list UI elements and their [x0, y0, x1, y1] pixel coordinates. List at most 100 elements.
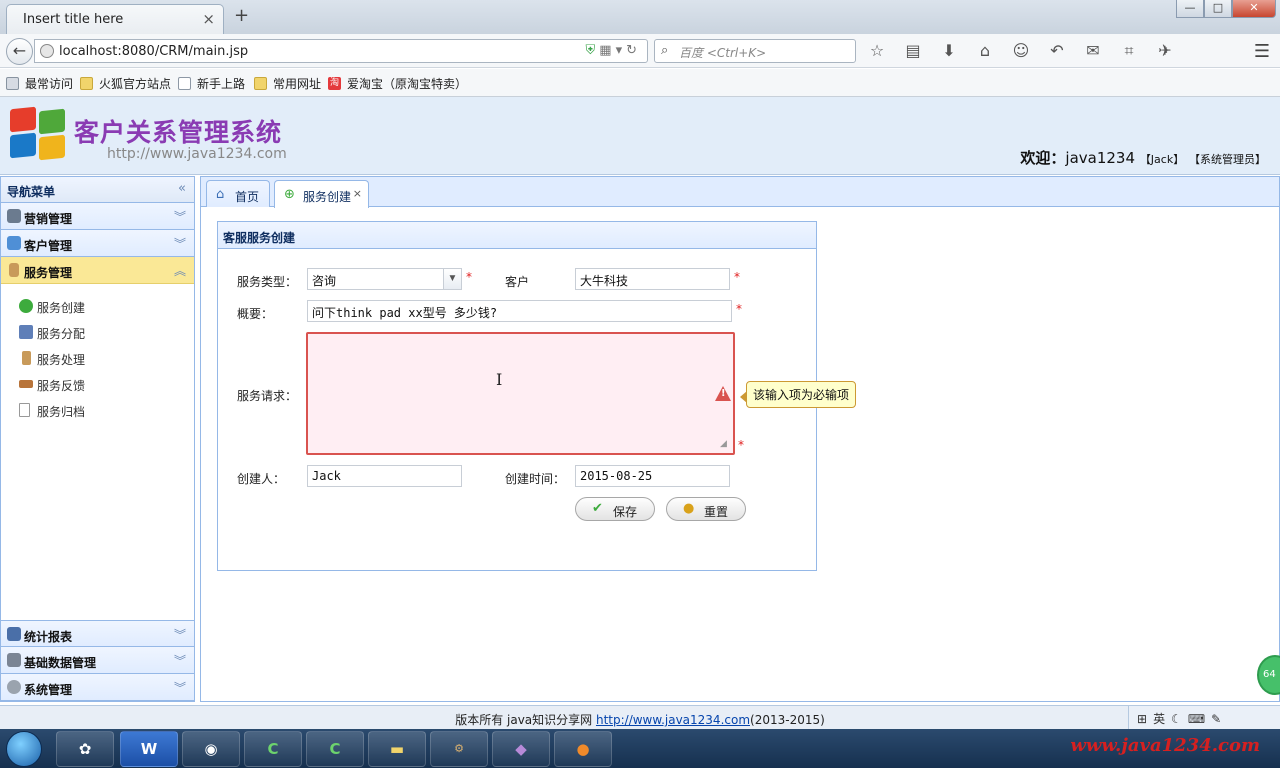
creator-input[interactable]: Jack [307, 465, 462, 487]
service-request-textarea[interactable] [306, 332, 735, 455]
extension-icon[interactable]: ✈ [1154, 41, 1176, 61]
browser-tab[interactable]: Insert title here × [6, 4, 224, 34]
qr-icon[interactable]: ▦ [599, 43, 615, 58]
chevron-down-icon[interactable]: ▼ [443, 269, 461, 289]
request-label: 服务请求： [237, 389, 298, 403]
bookmark-item[interactable]: 火狐官方站点 [80, 75, 171, 92]
expand-icon[interactable]: ︾ [174, 679, 186, 696]
add-circle-icon: ⊕ [284, 187, 295, 202]
nav-item-service-process[interactable]: 服务处理 [1, 345, 194, 371]
shield-icon[interactable]: ⛨ [586, 43, 600, 58]
nav-section-marketing[interactable]: 营销管理 ︾ [1, 203, 194, 230]
bookmark-item[interactable]: 最常访问 [6, 75, 73, 92]
ime-language[interactable]: 英 [1153, 712, 1171, 726]
user-role-tag: 【系统管理员】 [1189, 153, 1266, 166]
moon-icon[interactable]: ☾ [1171, 712, 1188, 726]
service-type-select[interactable]: 咨询 ▼ [307, 268, 462, 290]
globe-icon [40, 44, 54, 58]
undo-icon[interactable]: ↶ [1046, 41, 1068, 61]
tab-service-create[interactable]: ⊕ 服务创建 × [274, 180, 369, 208]
maximize-button[interactable]: □ [1204, 0, 1232, 18]
camtasia-icon: C [267, 740, 279, 758]
nav-section-system[interactable]: 系统管理 ︾ [1, 674, 194, 701]
created-time-input[interactable]: 2015-08-25 [575, 465, 730, 487]
taskbar-app-camtasia-1[interactable]: C [244, 731, 302, 767]
reset-button[interactable]: ● 重置 [666, 497, 746, 521]
summary-input[interactable]: 问下think pad xx型号 多少钱? [307, 300, 732, 322]
customer-input[interactable]: 大牛科技 [575, 268, 730, 290]
taskbar-app-eclipse[interactable]: ⚙ [430, 731, 488, 767]
nav-item-label: 服务反馈 [37, 379, 86, 393]
nav-section-label: 统计报表 [24, 630, 73, 644]
nav-section-label: 营销管理 [24, 212, 73, 226]
ime-mode-icon[interactable]: ⊞ [1137, 712, 1153, 726]
footer-link[interactable]: http://www.java1234.com [596, 713, 750, 727]
nav-section-basedata[interactable]: 基础数据管理 ︾ [1, 647, 194, 674]
expand-icon[interactable]: ︾ [174, 652, 186, 669]
nav-item-service-feedback[interactable]: 服务反馈 [1, 371, 194, 397]
start-button[interactable] [6, 731, 42, 767]
marketing-icon [7, 209, 21, 223]
service-type-value: 咨询 [312, 274, 337, 288]
nav-item-label: 服务创建 [37, 301, 86, 315]
bookmark-item[interactable]: 淘爱淘宝（原淘宝特卖） [328, 75, 467, 92]
nav-section-reports[interactable]: 统计报表 ︾ [1, 620, 194, 647]
gear-icon [7, 680, 21, 694]
bookmark-item[interactable]: 新手上路 [178, 75, 245, 92]
tab-close-icon[interactable]: × [353, 187, 362, 200]
comment-icon[interactable]: ✉ [1082, 41, 1104, 61]
nav-item-service-archive[interactable]: 服务归档 [1, 397, 194, 423]
reload-icon[interactable]: ↻ [626, 43, 641, 58]
taskbar-app-photos[interactable]: ✿ [56, 731, 114, 767]
expand-icon[interactable]: ︾ [174, 235, 186, 252]
close-window-button[interactable]: ✕ [1232, 0, 1276, 18]
floating-badge[interactable]: 64 [1257, 655, 1280, 695]
dropdown-icon[interactable]: ▾ [616, 43, 627, 58]
save-button[interactable]: ✔ 保存 [575, 497, 655, 521]
search-bar[interactable]: ⌕ 百度 <Ctrl+K> [654, 39, 856, 63]
menu-icon[interactable]: ☰ [1254, 41, 1270, 62]
bookmark-label: 新手上路 [197, 77, 246, 91]
welcome-text: 欢迎：java1234 【Jack】 【系统管理员】 [1020, 147, 1266, 168]
collapse-icon[interactable]: ︽ [174, 262, 186, 279]
reading-list-icon[interactable]: ▤ [902, 41, 924, 61]
browser-tab-close-icon[interactable]: × [202, 10, 215, 28]
chat-icon[interactable]: ☺ [1010, 41, 1032, 61]
service-create-panel: 客服服务创建 服务类型： 咨询 ▼ * 客户 大牛科技 * 概要： 问下thin… [217, 221, 857, 571]
nav-item-service-create[interactable]: 服务创建 [1, 293, 194, 319]
expand-icon[interactable]: ︾ [174, 626, 186, 643]
app-header: 客户关系管理系统 http://www.java1234.com 欢迎：java… [0, 97, 1280, 175]
reset-icon: ● [683, 501, 695, 516]
wrench-icon[interactable]: ✎ [1211, 712, 1227, 726]
taskbar-app-camtasia-2[interactable]: C [306, 731, 364, 767]
keyboard-icon[interactable]: ⌨ [1188, 712, 1211, 726]
nav-section-service[interactable]: 服务管理 ︽ [1, 257, 194, 284]
expand-icon[interactable]: ︾ [174, 208, 186, 225]
nav-section-label: 客户管理 [24, 239, 73, 253]
page-footer: 版本所有 java知识分享网 http://www.java1234.com(2… [0, 705, 1280, 730]
nav-item-service-assign[interactable]: 服务分配 [1, 319, 194, 345]
url-bar[interactable]: localhost:8080/CRM/main.jsp ⛨▦▾↻ [34, 39, 648, 63]
windows-logo-icon [10, 106, 68, 161]
taskbar-app-explorer[interactable]: ▬ [368, 731, 426, 767]
bookmark-item[interactable]: 常用网址 [254, 75, 321, 92]
tab-home[interactable]: ⌂ 首页 [206, 180, 270, 207]
collapse-left-icon[interactable]: « [178, 181, 186, 196]
ime-toolbar[interactable]: ⊞英☾⌨✎ [1128, 706, 1280, 730]
camtasia-icon: C [329, 740, 341, 758]
taskbar-app-chrome[interactable]: ◉ [182, 731, 240, 767]
taskbar-app-firefox[interactable]: ● [554, 731, 612, 767]
taskbar-app-word[interactable]: W [120, 731, 178, 767]
nav-item-label: 服务分配 [37, 327, 86, 341]
back-button[interactable]: ← [6, 38, 33, 65]
minimize-button[interactable]: — [1176, 0, 1204, 18]
download-icon[interactable]: ⬇ [938, 41, 960, 61]
crop-icon[interactable]: ⌗ [1118, 41, 1140, 61]
bookmark-star-icon[interactable]: ☆ [866, 41, 888, 61]
search-icon: ⌕ [661, 43, 669, 58]
new-tab-button[interactable]: + [234, 5, 249, 26]
taskbar-app-tool[interactable]: ◆ [492, 731, 550, 767]
word-icon: W [140, 740, 158, 758]
nav-section-customer[interactable]: 客户管理 ︾ [1, 230, 194, 257]
home-icon[interactable]: ⌂ [974, 41, 996, 61]
